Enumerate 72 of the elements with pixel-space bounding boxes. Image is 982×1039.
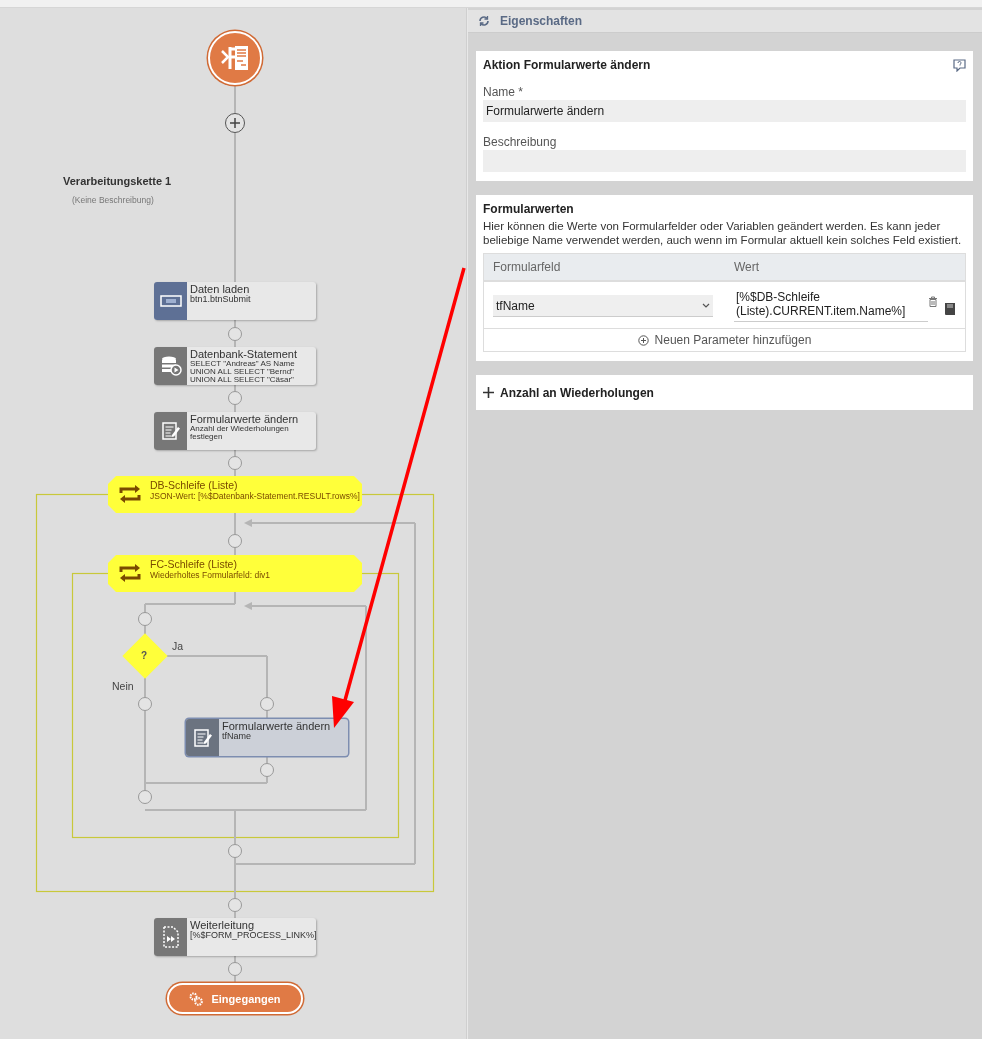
- connector-port[interactable]: [228, 327, 242, 341]
- plus-circle-icon: [637, 334, 649, 346]
- node-title: Daten laden: [190, 283, 251, 295]
- loop-node[interactable]: FC-Schleife (Liste) Wiederholtes Formularfeld: div1: [108, 555, 362, 592]
- help-icon[interactable]: [953, 58, 966, 72]
- connector-port[interactable]: [138, 790, 152, 804]
- database-play-icon: [159, 355, 182, 377]
- connector-port[interactable]: [138, 697, 152, 711]
- value-field[interactable]: [%$DB-Schleife (Liste).CURRENT.item.Name%]: [734, 290, 928, 322]
- ok-button-icon: [159, 295, 182, 307]
- action-node[interactable]: Weiterleitung [%$FORM_PROCESS_LINK%]: [154, 918, 316, 956]
- connector-port[interactable]: [228, 391, 242, 405]
- chevron-down-icon: [702, 303, 710, 308]
- connector-port[interactable]: [260, 697, 274, 711]
- node-detail: SELECT "Andreas" AS Name: [190, 360, 296, 368]
- node-title: Weiterleitung: [190, 919, 255, 931]
- node-detail: tfName: [222, 732, 252, 740]
- chain-title: Verarbeitungskette 1: [63, 175, 172, 187]
- node-detail: Wiederholtes Formularfeld: div1: [150, 570, 271, 580]
- book-icon[interactable]: [944, 302, 956, 316]
- connector-port[interactable]: [228, 844, 242, 858]
- node-title: DB-Schleife (Liste): [150, 479, 238, 491]
- field-label: Beschreibung: [483, 135, 558, 149]
- node-title: Datenbank-Statement: [190, 348, 297, 360]
- plus-icon: [229, 117, 241, 129]
- branch-label: Nein: [112, 680, 134, 692]
- action-node[interactable]: Formularwerte ändern tfName: [186, 719, 348, 756]
- connector-port[interactable]: [228, 898, 242, 912]
- field-select[interactable]: tfName: [493, 295, 713, 317]
- node-detail: UNION ALL SELECT "Bernd": [190, 368, 295, 376]
- card-title: Formularwerten: [483, 202, 575, 216]
- node-detail: UNION ALL SELECT "Cäsar": [190, 376, 295, 384]
- form-edit-icon: [160, 421, 181, 441]
- connector-port[interactable]: [260, 763, 274, 777]
- column-header: Formularfeld: [492, 260, 562, 274]
- text-field[interactable]: Formularwerte ändern: [483, 100, 966, 122]
- connector-port[interactable]: [228, 962, 242, 976]
- start-node[interactable]: [208, 31, 262, 85]
- node-title: Formularwerte ändern: [222, 720, 331, 732]
- node-title: FC-Schleife (Liste): [150, 558, 238, 570]
- panel-title: Eigenschaften: [500, 14, 583, 28]
- decision-label: ?: [141, 650, 148, 661]
- loop-node[interactable]: DB-Schleife (Liste) JSON-Wert: [%$Datenbank-Statement.RESULT.rows%]: [108, 476, 362, 513]
- card-description: Hier können die Werte von Formularfelder oder Variablen geändert werden. Es kann jeder beliebige Name verwendet werden, auch wenn im Formular aktuell kein solches Feld existiert.: [483, 219, 963, 247]
- form-edit-icon: [192, 727, 213, 748]
- trash-icon[interactable]: [928, 296, 938, 307]
- gears-icon: [189, 991, 204, 1006]
- connector-line: [234, 955, 236, 984]
- add-step-button[interactable]: [225, 113, 245, 133]
- loop-arrows-icon: [118, 562, 142, 584]
- form-logo-icon: [220, 43, 250, 73]
- node-title: Formularwerte ändern: [190, 413, 300, 425]
- repeat-section-header[interactable]: Anzahl an Wiederholungen: [476, 375, 973, 410]
- connector-port[interactable]: [138, 612, 152, 626]
- loop-arrows-icon: [118, 483, 142, 505]
- connector-port[interactable]: [228, 456, 242, 470]
- refresh-icon[interactable]: [478, 15, 490, 27]
- connector-port[interactable]: [228, 534, 242, 548]
- plus-icon: [483, 387, 494, 398]
- branch-label: Ja: [172, 640, 184, 652]
- card-title: Aktion Formularwerte ändern: [483, 58, 651, 72]
- column-header: Wert: [733, 260, 761, 274]
- node-detail: Anzahl der Wiederholungen festlegen: [190, 425, 290, 441]
- connector-line: [234, 512, 236, 556]
- action-node[interactable]: Formularwerte ändern Anzahl der Wiederholungen festlegen: [154, 412, 316, 450]
- chain-description: (Keine Beschreibung): [72, 195, 154, 205]
- field-label: Name *: [483, 85, 524, 99]
- action-node[interactable]: Daten laden btn1.btnSubmit: [154, 282, 316, 320]
- document-forward-icon: [161, 926, 180, 948]
- action-node[interactable]: Datenbank-Statement SELECT "Andreas" AS Name UNION ALL SELECT "Bernd" UNION ALL SELECT "Cäsar": [154, 347, 316, 385]
- node-detail: JSON-Wert: [%$Datenbank-Statement.RESULT.rows%]: [150, 491, 360, 501]
- node-detail: btn1.btnSubmit: [190, 295, 251, 303]
